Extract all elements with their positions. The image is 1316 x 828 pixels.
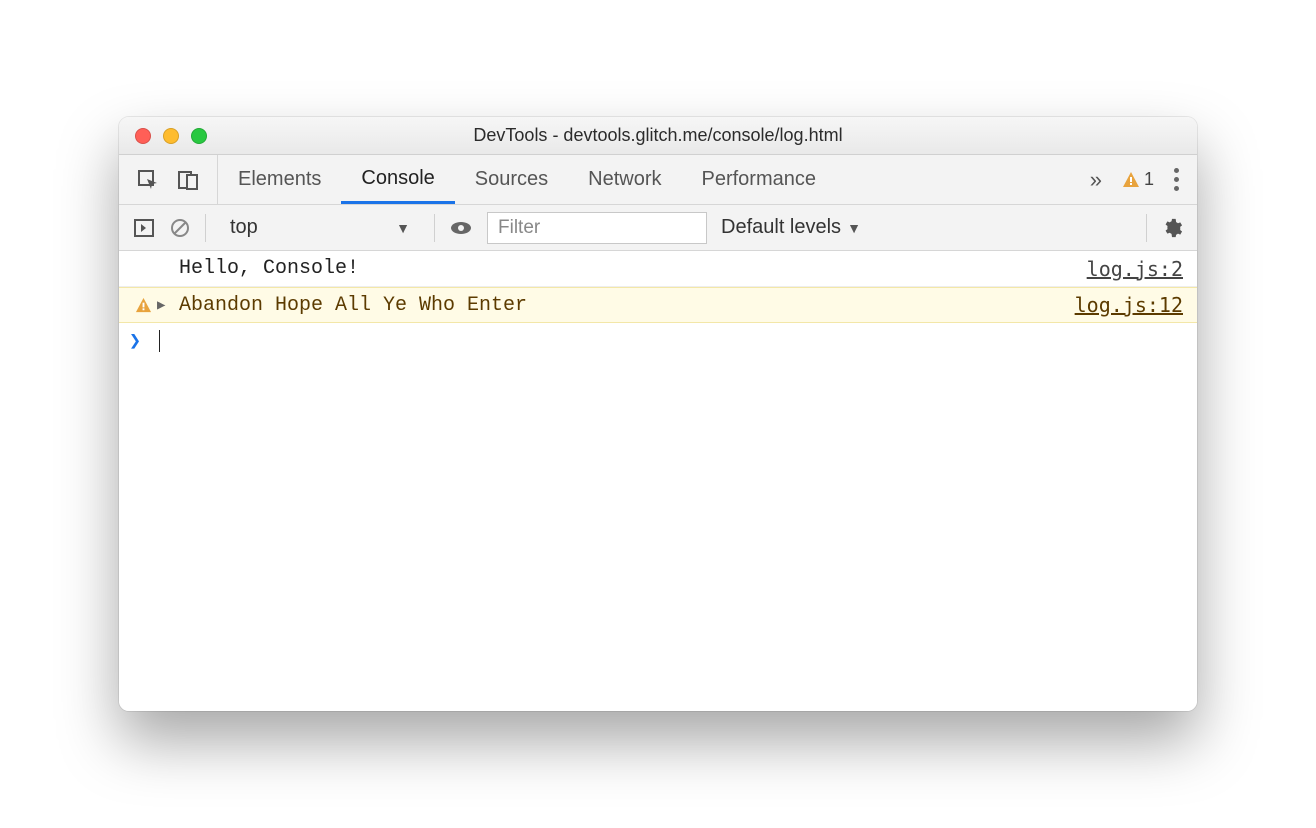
tab-network[interactable]: Network: [568, 155, 681, 204]
warning-count: 1: [1144, 169, 1154, 190]
issues-warning-badge[interactable]: 1: [1122, 169, 1154, 190]
log-levels-select[interactable]: Default levels ▼: [721, 216, 861, 239]
window-minimize-button[interactable]: [163, 128, 179, 144]
toggle-sidebar-icon[interactable]: [133, 217, 155, 239]
window-title: DevTools - devtools.glitch.me/console/lo…: [119, 125, 1197, 146]
disclosure-triangle-icon[interactable]: ▶: [157, 297, 175, 314]
tab-elements[interactable]: Elements: [218, 155, 341, 204]
console-prompt[interactable]: ❯: [119, 323, 1197, 359]
device-toolbar-icon[interactable]: [177, 169, 199, 191]
console-warn-row: ▶Abandon Hope All Ye Who Enterlog.js:12: [119, 287, 1197, 323]
warning-icon: [135, 297, 152, 314]
inspect-element-icon[interactable]: [137, 169, 159, 191]
more-tabs-button[interactable]: »: [1090, 167, 1102, 193]
separator: [205, 214, 206, 242]
tab-console[interactable]: Console: [341, 155, 454, 204]
tab-sources[interactable]: Sources: [455, 155, 568, 204]
console-settings-icon[interactable]: [1161, 217, 1183, 239]
more-options-button[interactable]: [1174, 168, 1179, 191]
context-label: top: [230, 216, 258, 239]
live-expression-icon[interactable]: [449, 216, 473, 240]
prompt-chevron-icon: ❯: [129, 328, 155, 354]
console-log-row: Hello, Console!log.js:2: [119, 251, 1197, 287]
log-message: Abandon Hope All Ye Who Enter: [175, 294, 1075, 317]
source-link[interactable]: log.js:2: [1087, 257, 1183, 281]
inspect-tools: [119, 155, 218, 204]
filter-input[interactable]: [487, 212, 707, 244]
console-output: Hello, Console!log.js:2▶Abandon Hope All…: [119, 251, 1197, 711]
separator: [1146, 214, 1147, 242]
traffic-lights: [135, 128, 207, 144]
dropdown-triangle-icon: ▼: [847, 220, 861, 236]
console-toolbar: top ▼ Default levels ▼: [119, 205, 1197, 251]
window-close-button[interactable]: [135, 128, 151, 144]
devtools-window: DevTools - devtools.glitch.me/console/lo…: [119, 117, 1197, 711]
tabbar-right: » 1: [1072, 155, 1197, 204]
levels-label: Default levels: [721, 216, 841, 239]
tab-performance[interactable]: Performance: [682, 155, 837, 204]
window-zoom-button[interactable]: [191, 128, 207, 144]
separator: [434, 214, 435, 242]
execution-context-select[interactable]: top ▼: [220, 212, 420, 244]
panel-tabs: ElementsConsoleSourcesNetworkPerformance: [218, 155, 1072, 204]
clear-console-icon[interactable]: [169, 217, 191, 239]
source-link[interactable]: log.js:12: [1075, 293, 1183, 317]
warning-icon: [1122, 171, 1140, 189]
dropdown-triangle-icon: ▼: [396, 220, 410, 236]
devtools-tabbar: ElementsConsoleSourcesNetworkPerformance…: [119, 155, 1197, 205]
log-message: Hello, Console!: [175, 257, 1087, 280]
input-caret: [159, 330, 160, 352]
window-titlebar: DevTools - devtools.glitch.me/console/lo…: [119, 117, 1197, 155]
row-gutter: [129, 297, 157, 314]
